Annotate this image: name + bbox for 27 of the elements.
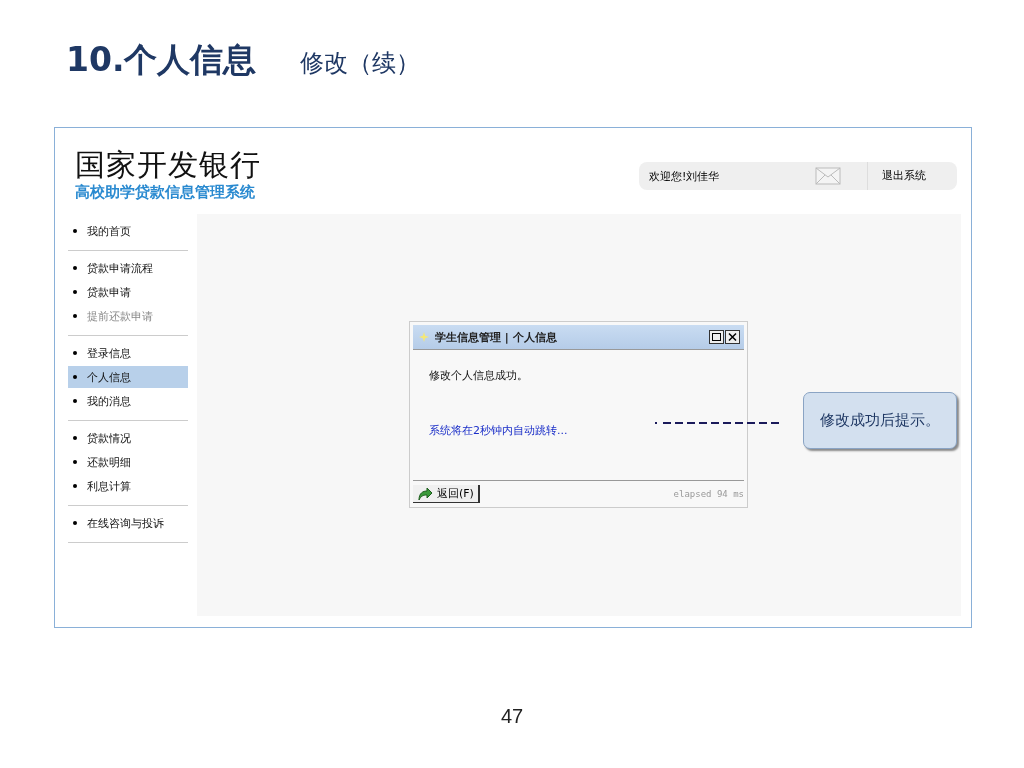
sidebar-item[interactable]: 贷款申请 [68, 281, 188, 303]
slide-subtitle: 修改（续） [300, 48, 421, 79]
maximize-button[interactable] [709, 330, 724, 344]
arrow-icon [417, 486, 433, 501]
system-name: 高校助学贷款信息管理系统 [75, 182, 256, 202]
sidebar-item[interactable]: 在线咨询与投诉 [68, 512, 188, 534]
elapsed-time: elapsed 94 ms [673, 489, 744, 499]
close-button[interactable] [725, 330, 740, 344]
sidebar-item[interactable]: 个人信息 [68, 366, 188, 388]
back-button[interactable]: 返回(F) [413, 485, 480, 503]
sidebar-item[interactable]: 登录信息 [68, 342, 188, 364]
page-number: 47 [499, 705, 525, 728]
welcome-text: 欢迎您!刘佳华 [648, 168, 721, 184]
star-icon [419, 332, 429, 342]
callout: 修改成功后提示。 [803, 392, 957, 449]
sidebar-item[interactable]: 我的首页 [68, 220, 188, 242]
logout-link[interactable]: 退出系统 [867, 162, 926, 190]
success-message: 修改个人信息成功。 [429, 368, 529, 383]
sidebar-item[interactable]: 还款明细 [68, 451, 188, 473]
dialog-title: 学生信息管理 | 个人信息 [435, 329, 558, 345]
redirect-notice: 系统将在2秒钟内自动跳转... [429, 423, 569, 438]
sidebar-item[interactable]: 利息计算 [68, 475, 188, 497]
sidebar-item[interactable]: 贷款申请流程 [68, 257, 188, 279]
bank-logo-text: 国家开发银行 [75, 148, 261, 182]
slide-title: 10.个人信息 [66, 39, 257, 81]
sidebar-item[interactable]: 我的消息 [68, 390, 188, 412]
sidebar-item[interactable]: 贷款情况 [68, 427, 188, 449]
